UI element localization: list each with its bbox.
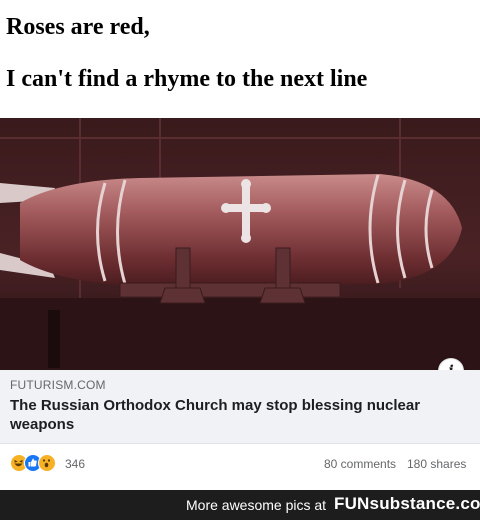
engagement-bar: 346 80 comments 180 shares [0, 444, 480, 490]
caption-line-2: I can't find a rhyme to the next line [6, 66, 368, 92]
floor-post [48, 310, 60, 368]
meme-caption: Roses are red, I can't find a rhyme to t… [0, 0, 480, 118]
link-preview-card[interactable]: FUTURISM.COM The Russian Orthodox Church… [0, 370, 480, 444]
comments-count[interactable]: 80 comments [324, 457, 396, 471]
bomb-body [20, 174, 462, 286]
watermark-bar: More awesome pics at FUNsubstance.com [0, 490, 480, 520]
bomb-illustration [0, 118, 480, 370]
shares-count[interactable]: 180 shares [407, 457, 466, 471]
bomb-photo[interactable] [0, 118, 480, 370]
link-domain: FUTURISM.COM [10, 378, 106, 392]
caption-line-1: Roses are red, [6, 14, 150, 40]
hangar-floor [0, 298, 480, 370]
wow-icon [38, 454, 56, 472]
reaction-count[interactable]: 346 [65, 457, 85, 471]
watermark-text: More awesome pics at [186, 497, 327, 513]
link-title[interactable]: The Russian Orthodox Church may stop ble… [10, 396, 450, 434]
funsubstance-logo: FUNsubstance.com [334, 494, 480, 513]
